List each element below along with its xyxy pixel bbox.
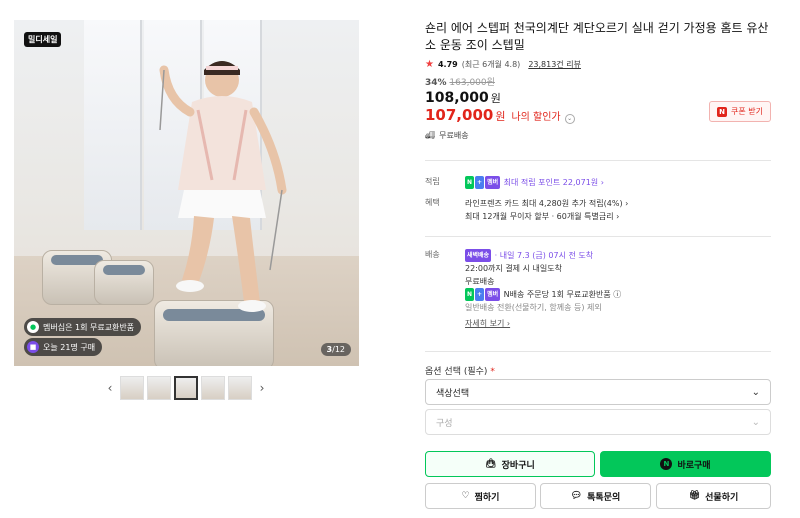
sale-label: 나의 할인가 [511,112,561,123]
divider [425,351,771,352]
review-link[interactable]: 23,813건 리뷰 [528,59,581,70]
divider [425,160,771,161]
sale-unit: 원 [495,110,506,123]
npay-icon: N [465,288,475,301]
free-shipping-text: 무료배송 [439,131,469,140]
coupon-label: 쿠폰 받기 [731,107,763,116]
dawn-delivery-text: · 내일 7.3 (금) 07시 전 도착 [492,251,594,260]
buy-now-button[interactable]: N 바로구매 [600,451,771,477]
add-to-cart-button[interactable]: 👜︎ 장바구니 [425,451,595,477]
dawn-delivery-row: 새벽배송 · 내일 7.3 (금) 07시 전 도착 [465,249,771,262]
delivery-cutoff: 22:00까지 결제 시 내일도착 [465,264,562,273]
thumbnail[interactable] [147,376,171,400]
thumbnail-active[interactable] [174,376,198,400]
thumbnail-strip: ‹ › [103,376,269,400]
window-decoration [84,20,142,230]
chevron-down-icon: ⌄ [751,386,760,398]
points-key: 적립 [425,177,440,186]
prev-arrow-icon[interactable]: ‹ [103,376,117,400]
image-counter: 3/12 [320,343,351,356]
points-link[interactable]: N + 멤버 최대 적립 포인트 22,071원 › [465,176,771,189]
npay-icon: N [465,176,475,189]
price-unit: 원 [490,92,501,105]
cart-label: 장바구니 [501,460,535,471]
config-select-label: 구성 [436,418,453,429]
installment-link[interactable]: 최대 12개월 무이자 할부 · 60개월 특별금리 › [465,210,771,223]
membership-icon: ● [27,321,39,333]
option-title: 옵션 선택 (필수) * [425,364,495,377]
dawn-delivery-badge: 새벽배송 [465,249,492,262]
talk-inquiry-button[interactable]: 💬︎ 톡톡문의 [540,483,651,509]
price: 108,000 [425,90,489,106]
membership-icon: 멤버 [485,176,501,189]
heart-icon: ♡ [461,491,470,501]
talk-label: 톡톡문의 [587,492,621,503]
original-price: 163,000원 [449,78,495,88]
thumbnail[interactable] [228,376,252,400]
sale-price: 107,000 [425,106,494,124]
npay-icon: N [660,458,673,470]
gift-label: 선물하기 [705,492,739,503]
person-image [159,61,287,312]
star-icon: ★ [425,59,434,70]
option-title-text: 옵션 선택 (필수) [425,367,488,377]
membership-pill: ● 멤버십은 1회 무료교환반품 [24,318,142,336]
free-shipping-row: 🚚︎ 무료배송 [425,130,771,141]
stepper-small-image [94,260,154,305]
bag-icon: ■ [27,341,39,353]
rating-score: 4.79 [437,60,458,69]
color-select[interactable]: 색상선택 ⌄ [425,379,771,405]
plus-icon: + [475,176,485,189]
coupon-icon: N [717,106,728,117]
card-benefit-link[interactable]: 라인프렌즈 카드 최대 4,280원 추가 적립(4%) › [465,197,771,210]
divider [425,236,771,237]
discount-row: 34% 163,000원 [425,75,771,88]
delivery-key: 배송 [425,250,440,259]
return-policy-text[interactable]: N배송 주문당 1회 무료교환반품 ⓘ [504,290,622,299]
config-select[interactable]: 구성 ⌄ [425,409,771,435]
discount-percent: 34% [425,78,447,88]
gift-icon: 🎁︎ [688,491,701,501]
benefit-key: 혜택 [425,198,440,207]
gift-button[interactable]: 🎁︎ 선물하기 [656,483,771,509]
chevron-down-icon: ⌄ [751,416,760,428]
next-arrow-icon[interactable]: › [255,376,269,400]
brand-badge: 밀디세일 [24,32,62,47]
today-purchase-pill: ■ 오늘 21명 구매 [24,338,103,356]
coupon-button[interactable]: N 쿠폰 받기 [709,101,771,122]
required-mark: * [490,367,495,377]
delivery-note: 일반배송 전환(선물하기, 함께송 등) 제외 [465,303,602,312]
plus-icon: + [475,288,485,301]
delivery-block: 배송 새벽배송 · 내일 7.3 (금) 07시 전 도착 22:00까지 결제… [425,249,771,334]
product-title: 숀리 에어 스텝퍼 천국의계단 계단오르기 실내 걷기 가정용 홈트 유산소 운… [425,21,769,52]
rating-row: ★ 4.79 (최근 6개월 4.8) 23,813건 리뷰 [425,59,771,70]
membership-pill-text: 멤버십은 1회 무료교환반품 [43,322,135,332]
truck-icon: 🚚︎ [425,131,436,140]
product-main-image[interactable]: 밀디세일 ● 멤버십은 1회 무료교환반품 ■ 오늘 21명 구매 3/12 [14,20,359,366]
bag-icon: 👜︎ [485,459,497,469]
color-select-label: 색상선택 [436,388,470,399]
thumbnail[interactable] [120,376,144,400]
points-text: 최대 적립 포인트 22,071원 › [503,178,604,187]
rating-recent: (최근 6개월 4.8) [461,60,521,69]
benefits-block: 적립 N + 멤버 최대 적립 포인트 22,071원 › 혜택 라인프렌즈 카드 … [425,176,771,227]
buy-label: 바로구매 [677,460,711,471]
product-info: 숀리 에어 스텝퍼 천국의계단 계단오르기 실내 걷기 가정용 홈트 유산소 운… [425,20,771,141]
delivery-free: 무료배송 [465,277,495,286]
chevron-down-icon[interactable]: ⌄ [564,113,575,124]
wishlist-label: 찜하기 [474,492,500,503]
delivery-details-link[interactable]: 자세히 보기 › [465,317,771,330]
wishlist-button[interactable]: ♡ 찜하기 [425,483,536,509]
return-policy-row: N + 멤버 N배송 주문당 1회 무료교환반품 ⓘ [465,288,771,301]
thumbnail[interactable] [201,376,225,400]
membership-icon: 멤버 [485,288,501,301]
today-purchase-text: 오늘 21명 구매 [43,342,96,352]
chat-icon: 💬︎ [570,491,583,501]
